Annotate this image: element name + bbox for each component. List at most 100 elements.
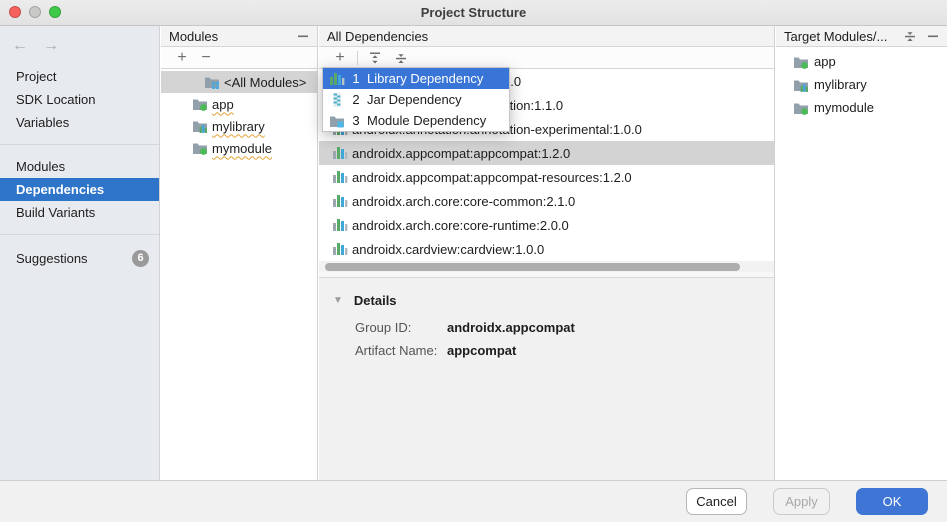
dependency-label: androidx.cardview:cardview:1.0.0 — [352, 242, 544, 257]
detail-row-group-id: Group ID: androidx.appcompat — [333, 320, 774, 335]
dependency-label: androidx.arch.core:core-runtime:2.0.0 — [352, 218, 569, 233]
zoom-window-button[interactable] — [49, 6, 61, 18]
horizontal-scrollbar — [319, 261, 774, 272]
close-window-button[interactable] — [9, 6, 21, 18]
sidebar-item-modules[interactable]: Modules — [0, 155, 159, 178]
menu-item-label: Jar Dependency — [367, 92, 462, 107]
module-row-all-modules[interactable]: <All Modules> — [161, 71, 317, 93]
menu-item-mnemonic: 3 — [352, 113, 360, 128]
collapse-details-icon[interactable]: ▼ — [333, 295, 343, 306]
dependency-row[interactable]: androidx.appcompat:appcompat-resources:1… — [319, 165, 774, 189]
library-icon — [332, 241, 348, 257]
add-dependency-button[interactable]: + — [331, 49, 349, 67]
target-modules-list: app mylibrary mymodule — [776, 47, 947, 119]
sidebar-item-project[interactable]: Project — [0, 65, 159, 88]
dependency-label: androidx.appcompat:appcompat:1.2.0 — [352, 146, 570, 161]
add-dependency-menu: 1 Library Dependency 2 Jar Dependency 3 … — [322, 67, 510, 132]
target-row-mylibrary[interactable]: mylibrary — [776, 73, 947, 96]
module-label: <All Modules> — [224, 75, 306, 90]
library-icon — [332, 169, 348, 185]
suggestions-count-badge: 6 — [132, 250, 149, 267]
collapse-all-icon[interactable] — [392, 49, 410, 67]
all-modules-icon — [204, 74, 220, 90]
toolbar-divider — [357, 51, 358, 65]
library-icon — [332, 145, 348, 161]
jar-icon — [329, 92, 345, 108]
dependency-row-selected[interactable]: androidx.appcompat:appcompat:1.2.0 — [319, 141, 774, 165]
sidebar-item-dependencies[interactable]: Dependencies — [0, 178, 159, 201]
target-modules-panel: Target Modules/... app — [776, 26, 947, 480]
module-row-mylibrary[interactable]: mylibrary — [161, 115, 317, 137]
details-section: ▼ Details Group ID: androidx.appcompat A… — [319, 293, 774, 358]
hide-panel-icon[interactable] — [927, 30, 939, 42]
cancel-button[interactable]: Cancel — [686, 488, 747, 515]
sidebar-item-suggestions[interactable]: Suggestions 6 — [0, 247, 159, 270]
add-module-button[interactable]: + — [173, 49, 191, 67]
details-divider — [319, 272, 774, 278]
dependency-label: androidx.arch.core:core-common:2.1.0 — [352, 194, 575, 209]
menu-item-label: Library Dependency — [367, 71, 483, 86]
module-label: mylibrary — [212, 119, 265, 134]
sidebar-divider — [0, 234, 159, 235]
back-arrow-icon[interactable]: ← — [12, 37, 28, 55]
menu-item-mnemonic: 2 — [352, 92, 360, 107]
details-title: Details — [354, 293, 397, 308]
menu-item-label: Module Dependency — [367, 113, 486, 128]
expand-all-icon[interactable] — [366, 49, 384, 67]
minimize-window-button[interactable] — [29, 6, 41, 18]
forward-arrow-icon[interactable]: → — [43, 37, 59, 55]
sidebar-item-sdk-location[interactable]: SDK Location — [0, 88, 159, 111]
suggestions-label: Suggestions — [16, 247, 88, 270]
group-id-label: Group ID: — [355, 320, 447, 335]
modules-tree: <All Modules> app mylibrary — [161, 69, 317, 159]
library-folder-icon — [192, 118, 208, 134]
module-folder-icon — [793, 54, 809, 70]
hide-panel-icon[interactable] — [297, 30, 309, 42]
menu-item-mnemonic: 1 — [352, 71, 360, 86]
sidebar-divider — [0, 144, 159, 145]
sidebar: ← → Project SDK Location Variables Modul… — [0, 26, 160, 480]
menu-item-jar-dependency[interactable]: 2 Jar Dependency — [323, 89, 509, 110]
library-icon — [332, 193, 348, 209]
dependencies-panel-title: All Dependencies — [327, 29, 766, 44]
module-icon — [329, 113, 345, 129]
module-folder-icon — [192, 140, 208, 156]
dialog-title: Project Structure — [421, 5, 526, 20]
target-panel-title: Target Modules/... — [784, 29, 893, 44]
dependency-row[interactable]: androidx.arch.core:core-runtime:2.0.0 — [319, 213, 774, 237]
library-icon — [329, 71, 345, 87]
library-icon — [332, 217, 348, 233]
target-module-label: app — [814, 54, 836, 69]
module-label: mymodule — [212, 141, 272, 156]
module-row-mymodule[interactable]: mymodule — [161, 137, 317, 159]
collapse-all-icon[interactable] — [903, 29, 917, 43]
menu-item-module-dependency[interactable]: 3 Module Dependency — [323, 110, 509, 131]
library-folder-icon — [793, 77, 809, 93]
traffic-lights — [9, 6, 61, 18]
detail-row-artifact-name: Artifact Name: appcompat — [333, 343, 774, 358]
artifact-name-value: appcompat — [447, 343, 516, 358]
project-structure-dialog: Project Structure ← → Project SDK Locati… — [0, 0, 947, 522]
target-row-mymodule[interactable]: mymodule — [776, 96, 947, 119]
scrollbar-thumb[interactable] — [325, 263, 740, 271]
target-module-label: mylibrary — [814, 77, 867, 92]
module-folder-icon — [192, 96, 208, 112]
ok-button[interactable]: OK — [856, 488, 928, 515]
target-module-label: mymodule — [814, 100, 874, 115]
module-label: app — [212, 97, 234, 112]
menu-item-library-dependency[interactable]: 1 Library Dependency — [323, 68, 509, 89]
target-row-app[interactable]: app — [776, 50, 947, 73]
dependency-row[interactable]: androidx.arch.core:core-common:2.1.0 — [319, 189, 774, 213]
artifact-name-label: Artifact Name: — [355, 343, 447, 358]
dialog-footer: Cancel Apply OK — [0, 480, 947, 522]
module-row-app[interactable]: app — [161, 93, 317, 115]
dependency-row[interactable]: androidx.cardview:cardview:1.0.0 — [319, 237, 774, 261]
sidebar-item-variables[interactable]: Variables — [0, 111, 159, 134]
remove-module-button[interactable]: − — [197, 49, 215, 67]
group-id-value: androidx.appcompat — [447, 320, 575, 335]
titlebar: Project Structure — [0, 0, 947, 26]
apply-button[interactable]: Apply — [773, 488, 830, 515]
modules-panel: Modules + − <All Modules> — [161, 26, 318, 480]
sidebar-item-build-variants[interactable]: Build Variants — [0, 201, 159, 224]
modules-panel-title: Modules — [169, 29, 287, 44]
